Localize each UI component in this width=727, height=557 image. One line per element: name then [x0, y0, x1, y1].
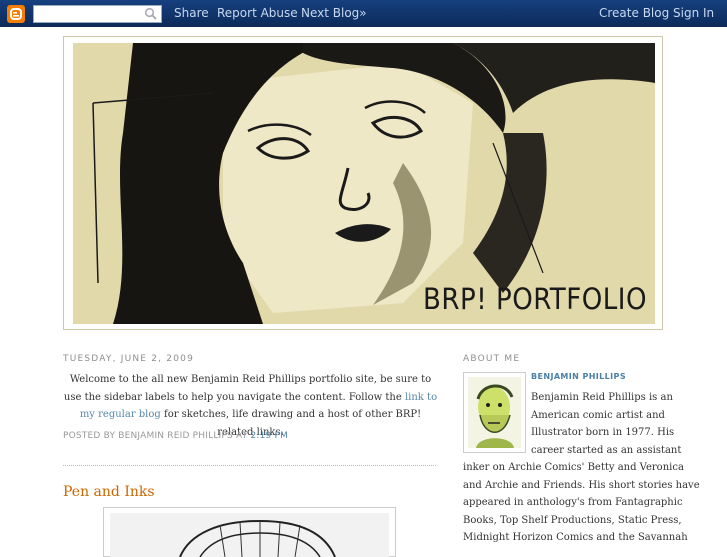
blog-title[interactable]: BRP! PORTFOLIO [423, 282, 647, 316]
post-title[interactable]: Pen and Inks [63, 484, 155, 500]
share-link[interactable]: Share [174, 6, 209, 20]
blogger-logo-icon[interactable] [7, 5, 25, 23]
sign-in-link[interactable]: Sign In [673, 6, 714, 20]
post-timestamp-link[interactable]: 2:19 PM [250, 431, 288, 441]
ink-drawing-icon [110, 513, 389, 557]
post-date: Tuesday, June 2, 2009 [63, 354, 195, 364]
blog-header: BRP! PORTFOLIO [63, 36, 663, 330]
report-abuse-link[interactable]: Report Abuse [217, 6, 298, 20]
about-me-header: About Me [463, 354, 521, 364]
search-input[interactable] [33, 5, 162, 23]
post-image-frame [103, 507, 396, 557]
post-footer: Posted by Benjamin Reid Phillips at 2:19… [63, 431, 289, 441]
create-blog-link[interactable]: Create Blog [599, 6, 669, 20]
next-blog-link[interactable]: Next Blog» [301, 6, 367, 20]
blogger-navbar: Share Report Abuse Next Blog» Create Blo… [0, 0, 727, 27]
search-icon[interactable] [144, 7, 158, 21]
post-divider [63, 465, 436, 466]
profile-name-link[interactable]: Benjamin Phillips [531, 372, 626, 381]
post-image[interactable] [110, 513, 389, 557]
header-illustration[interactable]: BRP! PORTFOLIO [73, 43, 655, 324]
profile-about-text: Benjamin Reid Phillips is an American co… [463, 392, 700, 543]
